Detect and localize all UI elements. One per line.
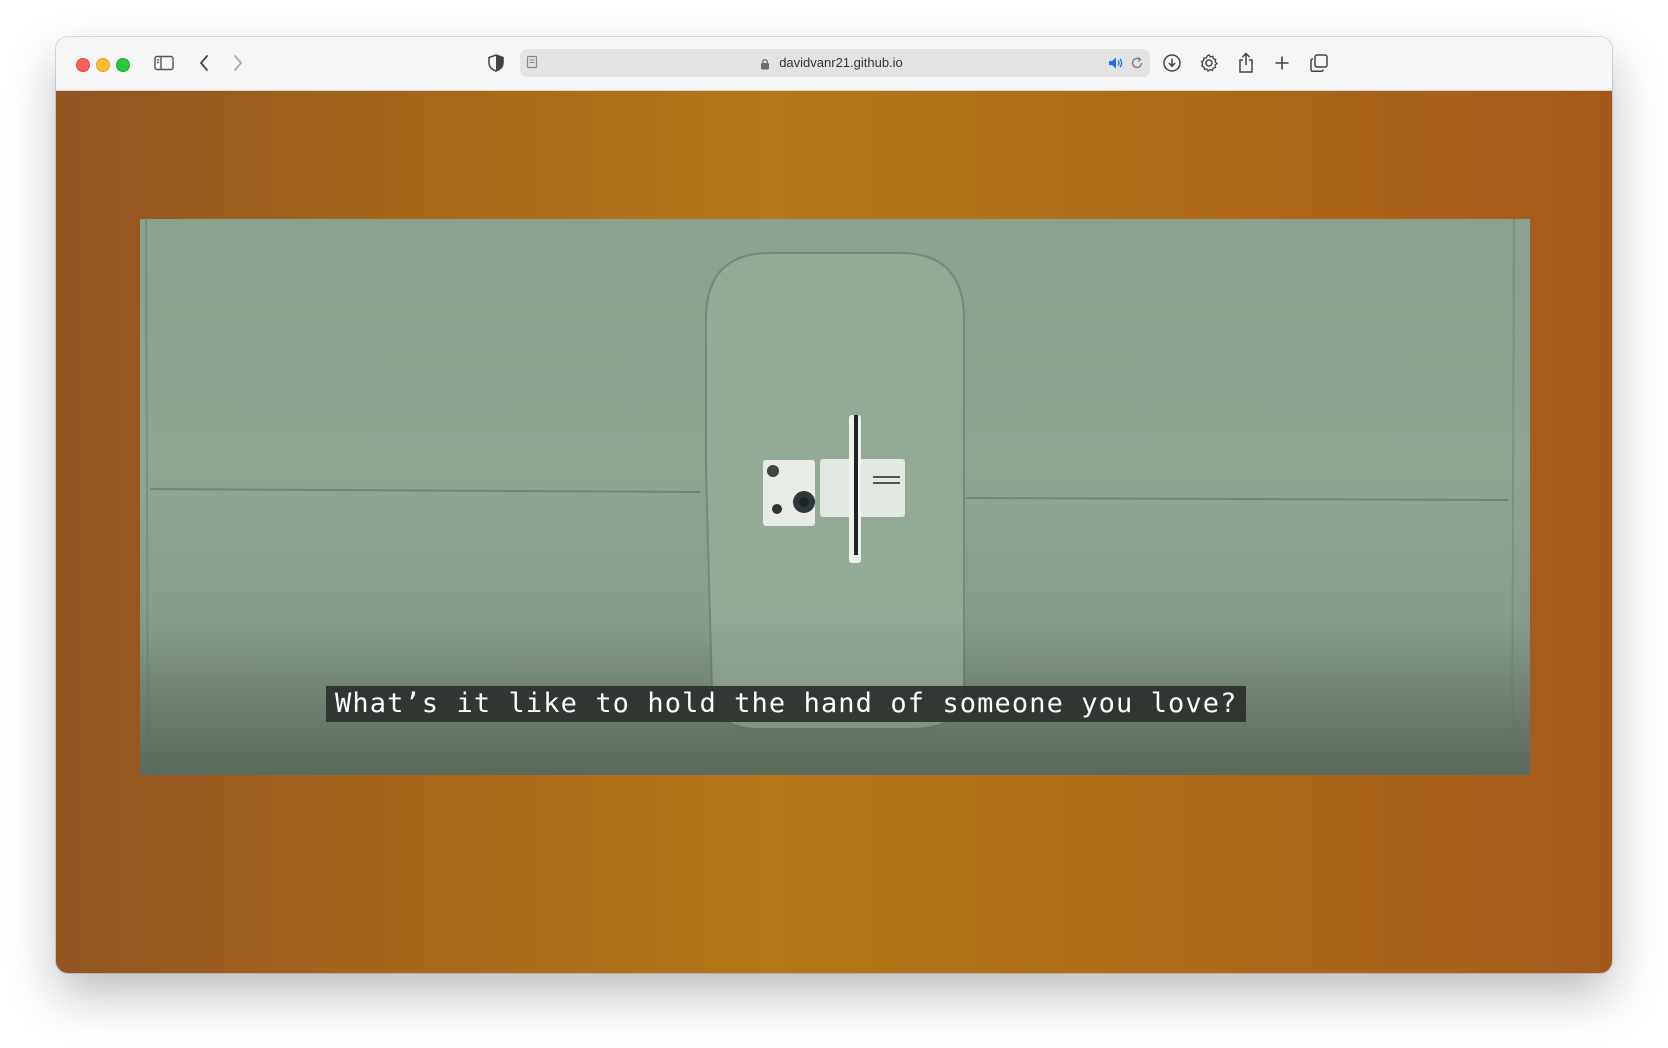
speaker-icon[interactable] xyxy=(1108,56,1124,75)
video-player[interactable]: What’s it like to hold the hand of someo… xyxy=(140,219,1530,775)
gear-icon[interactable] xyxy=(1198,52,1220,74)
shield-icon[interactable] xyxy=(485,52,507,74)
chevron-left-icon[interactable] xyxy=(193,52,215,74)
tab-overview-icon[interactable] xyxy=(1308,52,1330,74)
browser-toolbar: davidvanr21.github.io xyxy=(56,37,1612,91)
address-bar[interactable]: davidvanr21.github.io xyxy=(520,49,1150,77)
close-window-button[interactable] xyxy=(76,58,90,72)
share-icon[interactable] xyxy=(1235,52,1257,74)
zoom-window-button[interactable] xyxy=(116,58,130,72)
reload-icon[interactable] xyxy=(1130,56,1144,75)
plus-icon[interactable] xyxy=(1271,52,1293,74)
chevron-right-icon[interactable] xyxy=(227,52,249,74)
sidebar-icon[interactable] xyxy=(153,52,175,74)
browser-window: davidvanr21.github.io What’s it like to … xyxy=(56,37,1612,973)
page-content: What’s it like to hold the hand of someo… xyxy=(56,91,1612,973)
minimize-window-button[interactable] xyxy=(96,58,110,72)
video-subtitle: What’s it like to hold the hand of someo… xyxy=(326,686,1247,722)
url-text: davidvanr21.github.io xyxy=(779,55,903,70)
download-icon[interactable] xyxy=(1161,52,1183,74)
